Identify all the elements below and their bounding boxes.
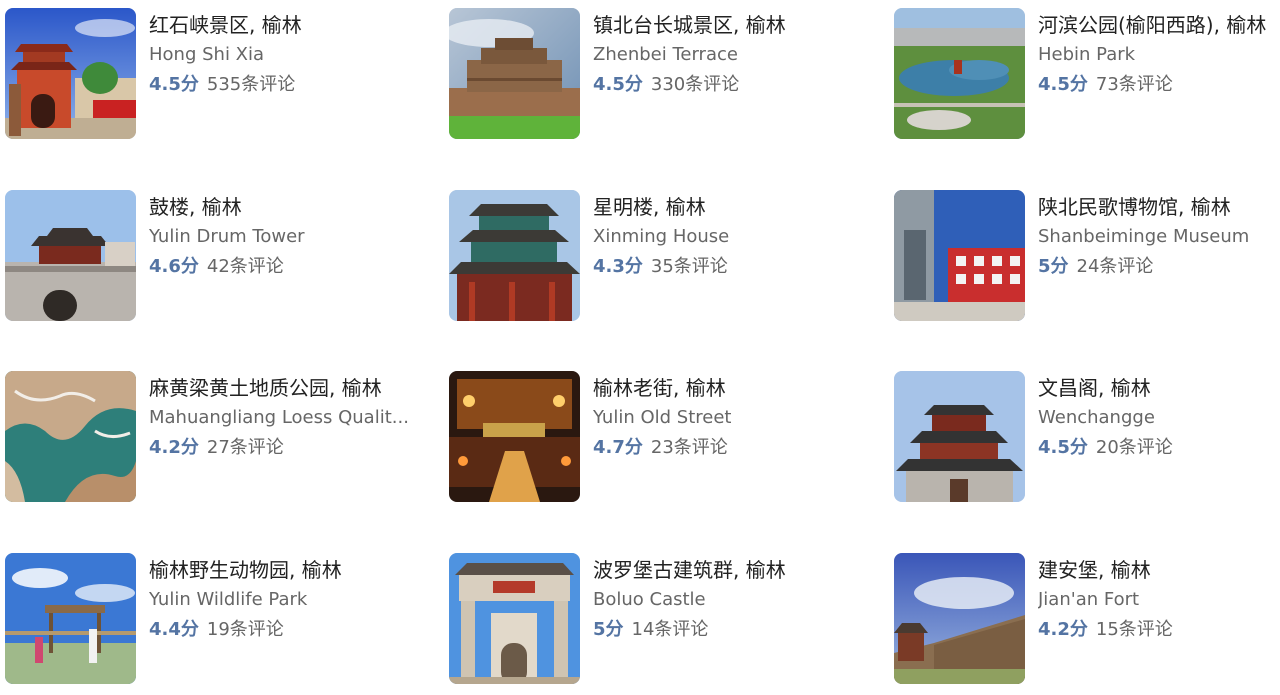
attraction-rating: 4.4分 19条评论 — [149, 615, 435, 645]
attraction-info: 星明楼, 榆林 Xinming House 4.3分 35条评论 — [593, 192, 879, 282]
attraction-info: 文昌阁, 榆林 Wenchangge 4.5分 20条评论 — [1038, 373, 1280, 463]
rating-score: 4.5分 — [1038, 437, 1088, 458]
attraction-info: 镇北台长城景区, 榆林 Zhenbei Terrace 4.5分 330条评论 — [593, 10, 879, 100]
attraction-photo[interactable] — [449, 371, 580, 502]
rating-score: 4.2分 — [149, 437, 199, 458]
attraction-rating: 4.5分 330条评论 — [593, 70, 879, 100]
review-count: 27条评论 — [206, 437, 284, 458]
attraction-card[interactable]: 陕北民歌博物馆, 榆林 Shanbeiminge Museum 5分 24条评论 — [894, 190, 1280, 322]
review-count: 535条评论 — [206, 74, 296, 95]
attraction-english-name: Jian'an Fort — [1038, 589, 1140, 610]
attraction-name[interactable]: 波罗堡古建筑群, 榆林 — [593, 555, 879, 585]
attraction-rating: 4.7分 23条评论 — [593, 433, 879, 463]
attraction-rating: 4.5分 73条评论 — [1038, 70, 1280, 100]
review-count: 20条评论 — [1095, 437, 1173, 458]
attraction-name[interactable]: 星明楼, 榆林 — [593, 192, 879, 222]
rating-score: 5分 — [1038, 256, 1069, 277]
attraction-english-name: Yulin Drum Tower — [149, 226, 305, 247]
attraction-photo[interactable] — [894, 553, 1025, 684]
attraction-english-name: Yulin Wildlife Park — [149, 589, 308, 610]
rating-score: 4.5分 — [1038, 74, 1088, 95]
attraction-name[interactable]: 鼓楼, 榆林 — [149, 192, 435, 222]
attraction-name[interactable]: 麻黄梁黄土地质公园, 榆林 — [149, 373, 435, 403]
attraction-name[interactable]: 文昌阁, 榆林 — [1038, 373, 1280, 403]
attraction-photo[interactable] — [894, 8, 1025, 139]
attraction-card[interactable]: 河滨公园(榆阳西路), 榆林 Hebin Park 4.5分 73条评论 — [894, 8, 1280, 140]
attraction-info: 麻黄梁黄土地质公园, 榆林 Mahuangliang Loess Qualit.… — [149, 373, 435, 463]
attraction-english-name: Shanbeiminge Museum — [1038, 226, 1250, 247]
attraction-english-name: Xinming House — [593, 226, 730, 247]
attraction-photo[interactable] — [894, 371, 1025, 502]
rating-score: 4.2分 — [1038, 619, 1088, 640]
attraction-card[interactable]: 波罗堡古建筑群, 榆林 Boluo Castle 5分 14条评论 — [449, 553, 879, 685]
rating-score: 4.7分 — [593, 437, 643, 458]
rating-score: 4.6分 — [149, 256, 199, 277]
attraction-info: 河滨公园(榆阳西路), 榆林 Hebin Park 4.5分 73条评论 — [1038, 10, 1280, 100]
attraction-card[interactable]: 星明楼, 榆林 Xinming House 4.3分 35条评论 — [449, 190, 879, 322]
attraction-info: 榆林老街, 榆林 Yulin Old Street 4.7分 23条评论 — [593, 373, 879, 463]
attraction-card[interactable]: 榆林野生动物园, 榆林 Yulin Wildlife Park 4.4分 19条评… — [5, 553, 435, 685]
attraction-photo[interactable] — [894, 190, 1025, 321]
attraction-card[interactable]: 榆林老街, 榆林 Yulin Old Street 4.7分 23条评论 — [449, 371, 879, 503]
attraction-rating: 4.2分 15条评论 — [1038, 615, 1280, 645]
attraction-photo[interactable] — [5, 190, 136, 321]
attraction-english-name: Mahuangliang Loess Qualit... — [149, 407, 409, 428]
attraction-name[interactable]: 建安堡, 榆林 — [1038, 555, 1280, 585]
attraction-info: 陕北民歌博物馆, 榆林 Shanbeiminge Museum 5分 24条评论 — [1038, 192, 1280, 282]
review-count: 35条评论 — [650, 256, 728, 277]
attraction-rating: 4.5分 20条评论 — [1038, 433, 1280, 463]
rating-score: 4.4分 — [149, 619, 199, 640]
attraction-photo[interactable] — [5, 8, 136, 139]
review-count: 42条评论 — [206, 256, 284, 277]
attraction-info: 红石峡景区, 榆林 Hong Shi Xia 4.5分 535条评论 — [149, 10, 435, 100]
review-count: 19条评论 — [206, 619, 284, 640]
review-count: 330条评论 — [650, 74, 740, 95]
attraction-info: 鼓楼, 榆林 Yulin Drum Tower 4.6分 42条评论 — [149, 192, 435, 282]
attraction-photo[interactable] — [449, 553, 580, 684]
attraction-name[interactable]: 榆林野生动物园, 榆林 — [149, 555, 435, 585]
attraction-rating: 4.3分 35条评论 — [593, 252, 879, 282]
attraction-grid: 红石峡景区, 榆林 Hong Shi Xia 4.5分 535条评论 镇北台长城景… — [0, 0, 1280, 695]
rating-score: 4.5分 — [593, 74, 643, 95]
attraction-card[interactable]: 红石峡景区, 榆林 Hong Shi Xia 4.5分 535条评论 — [5, 8, 435, 140]
attraction-card[interactable]: 建安堡, 榆林 Jian'an Fort 4.2分 15条评论 — [894, 553, 1280, 685]
attraction-english-name: Hebin Park — [1038, 44, 1136, 65]
attraction-english-name: Wenchangge — [1038, 407, 1155, 428]
attraction-photo[interactable] — [449, 8, 580, 139]
attraction-english-name: Yulin Old Street — [593, 407, 732, 428]
attraction-photo[interactable] — [449, 190, 580, 321]
attraction-english-name: Zhenbei Terrace — [593, 44, 738, 65]
attraction-card[interactable]: 文昌阁, 榆林 Wenchangge 4.5分 20条评论 — [894, 371, 1280, 503]
rating-score: 4.5分 — [149, 74, 199, 95]
attraction-rating: 5分 14条评论 — [593, 615, 879, 645]
attraction-rating: 4.2分 27条评论 — [149, 433, 435, 463]
attraction-rating: 4.5分 535条评论 — [149, 70, 435, 100]
review-count: 73条评论 — [1095, 74, 1173, 95]
attraction-name[interactable]: 榆林老街, 榆林 — [593, 373, 879, 403]
attraction-rating: 5分 24条评论 — [1038, 252, 1280, 282]
attraction-photo[interactable] — [5, 553, 136, 684]
review-count: 15条评论 — [1095, 619, 1173, 640]
attraction-english-name: Boluo Castle — [593, 589, 706, 610]
review-count: 14条评论 — [631, 619, 709, 640]
attraction-card[interactable]: 镇北台长城景区, 榆林 Zhenbei Terrace 4.5分 330条评论 — [449, 8, 879, 140]
attraction-info: 建安堡, 榆林 Jian'an Fort 4.2分 15条评论 — [1038, 555, 1280, 645]
attraction-card[interactable]: 麻黄梁黄土地质公园, 榆林 Mahuangliang Loess Qualit.… — [5, 371, 435, 503]
attraction-name[interactable]: 镇北台长城景区, 榆林 — [593, 10, 879, 40]
attraction-photo[interactable] — [5, 371, 136, 502]
attraction-name[interactable]: 河滨公园(榆阳西路), 榆林 — [1038, 10, 1280, 40]
attraction-card[interactable]: 鼓楼, 榆林 Yulin Drum Tower 4.6分 42条评论 — [5, 190, 435, 322]
attraction-name[interactable]: 红石峡景区, 榆林 — [149, 10, 435, 40]
attraction-english-name: Hong Shi Xia — [149, 44, 265, 65]
review-count: 24条评论 — [1076, 256, 1154, 277]
attraction-info: 榆林野生动物园, 榆林 Yulin Wildlife Park 4.4分 19条评… — [149, 555, 435, 645]
attraction-info: 波罗堡古建筑群, 榆林 Boluo Castle 5分 14条评论 — [593, 555, 879, 645]
rating-score: 5分 — [593, 619, 624, 640]
attraction-rating: 4.6分 42条评论 — [149, 252, 435, 282]
review-count: 23条评论 — [650, 437, 728, 458]
attraction-name[interactable]: 陕北民歌博物馆, 榆林 — [1038, 192, 1280, 222]
rating-score: 4.3分 — [593, 256, 643, 277]
